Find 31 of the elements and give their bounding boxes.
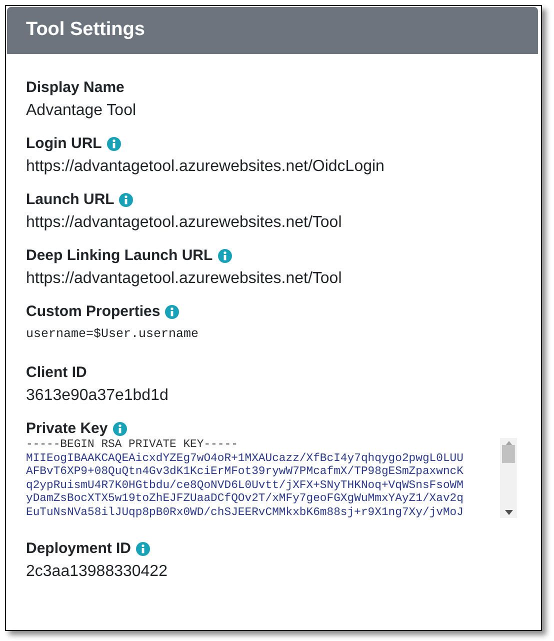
key-line: MIIEogIBAAKCAQEAicxdYZEg7wO4oR+1MXAUcazz/XfBcI4y7qhqygo2pwgL0LUU [26,452,464,466]
field-label: Custom Properties [26,302,160,322]
field-value: https://advantagetool.azurewebsites.net/Tool [26,269,343,289]
scroll-down-icon[interactable] [504,510,512,515]
field-label: Client ID [26,362,87,383]
info-icon[interactable] [119,193,134,207]
field-label: Deployment ID [26,538,132,559]
field-value: https://advantagetool.azurewebsites.net/OidcLogin [26,157,386,177]
scrollbar[interactable] [500,438,517,518]
info-icon[interactable] [136,542,150,556]
field-label: Launch URL [26,190,114,210]
info-icon[interactable] [218,249,232,263]
field-label: Deep Linking Launch URL [26,246,213,266]
field-value: username=$User.username [26,326,200,343]
key-line: EuTuNsNVa58ilJUqp8pB0Rx0WD/chSJEERvCMMkxbK6m88sj+r9X1ng7Xy/jvMoJ [26,506,464,520]
key-line: q2ypRuismU4R7K0HGtbdu/ce8QoNVD6L0Uvtt/jXFX+SNyTHKNoq+VqWSnsFsoWM [26,480,464,492]
key-line: -----BEGIN RSA PRIVATE KEY----- [26,439,239,452]
field-label: Private Key [26,418,108,439]
field-value: Advantage Tool [26,101,138,121]
field-value: 3613e90a37e1bd1d [26,386,170,406]
info-icon[interactable] [112,422,127,436]
key-line: yDamZsBocXTX5w19toZhEJFZUaaDCfQOv2T/xMFy7geoFGXgWuMmxYAyZ1/Xav2q [26,493,464,506]
info-icon[interactable] [165,305,180,319]
field-value: https://advantagetool.azurewebsites.net/Tool [26,213,343,233]
key-line: AFBvT6XP9+08QuQtn4Gv3dK1KciErMFot39rywW7PMcafmX/TP98gESmZpaxwncK [26,466,464,480]
field-label: Display Name [26,78,124,98]
panel-title: Tool Settings [26,18,145,42]
info-icon[interactable] [106,137,121,151]
scrollbar-thumb[interactable] [502,445,515,463]
field-label: Login URL [26,134,102,154]
field-value: 2c3aa13988330422 [26,562,168,582]
